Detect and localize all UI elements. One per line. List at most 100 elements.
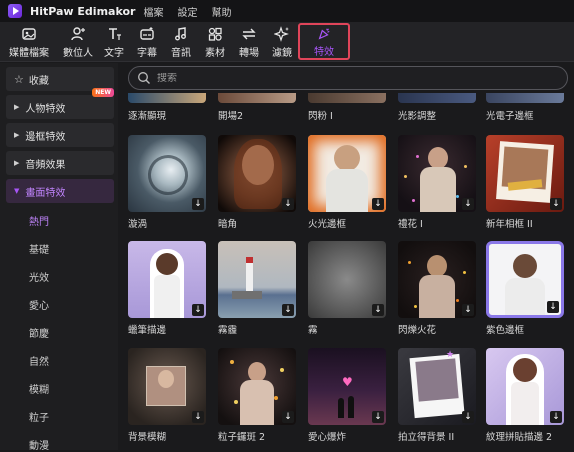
- chevron-right-icon: ▶: [14, 131, 20, 139]
- download-icon[interactable]: ↓: [372, 411, 384, 423]
- effect-label: 拍立得背景 II: [398, 432, 455, 443]
- effect-label: 逐漸顯現: [128, 111, 167, 122]
- effect-card[interactable]: ↓ 霧: [308, 241, 386, 336]
- assets-icon: [208, 27, 222, 41]
- effect-thumbnail: ♥ ↓: [308, 348, 386, 425]
- text-icon: [109, 28, 121, 40]
- tab-audio[interactable]: 音訊: [164, 22, 198, 62]
- download-icon[interactable]: ↓: [282, 304, 294, 316]
- effect-card[interactable]: ↓ 背景模糊: [128, 348, 206, 443]
- menu-help[interactable]: 幫助: [211, 4, 231, 19]
- download-icon[interactable]: ↓: [550, 198, 562, 210]
- sidebar-item-label: 畫面特效: [25, 187, 66, 199]
- tab-text-label: 文字: [104, 48, 124, 59]
- download-icon[interactable]: ↓: [462, 411, 474, 423]
- main-toolbar: 媒體檔案 數位人 文字 字幕 音訊 素材 轉場 濾鏡 特效: [0, 22, 574, 62]
- download-icon[interactable]: ↓: [282, 198, 294, 210]
- tab-transitions-label: 轉場: [239, 48, 259, 59]
- effect-card[interactable]: ★ ↓ 拍立得背景 II: [398, 348, 476, 443]
- effect-card[interactable]: ↓ 粒子鑼斑 2: [218, 348, 296, 443]
- tab-assets-label: 素材: [205, 48, 225, 59]
- chevron-right-icon: ▶: [14, 103, 20, 111]
- download-icon[interactable]: ↓: [282, 411, 294, 423]
- subcat-particles[interactable]: 粒子: [29, 409, 49, 424]
- tab-assets[interactable]: 素材: [198, 22, 232, 62]
- subcat-hot[interactable]: 熱門: [29, 213, 49, 228]
- effect-thumb[interactable]: [308, 93, 386, 103]
- sidebar-item-label: 收藏: [28, 75, 49, 87]
- download-icon[interactable]: ↓: [462, 198, 474, 210]
- subcat-basic[interactable]: 基礎: [29, 241, 49, 256]
- effect-card[interactable]: ↓ 紫色邊框: [486, 241, 564, 336]
- effect-card[interactable]: ↓ 禮花 I: [398, 135, 476, 230]
- tab-media-label: 媒體檔案: [9, 48, 49, 59]
- effect-label: 暗角: [218, 219, 238, 230]
- tab-effects[interactable]: 特效: [298, 23, 350, 60]
- effect-card[interactable]: ↓ 暗角: [218, 135, 296, 230]
- effect-card[interactable]: ↓ 蠟筆描邊: [128, 241, 206, 336]
- effect-label: 愛心爆炸: [308, 432, 347, 443]
- download-icon[interactable]: ↓: [192, 304, 204, 316]
- download-icon[interactable]: ↓: [547, 301, 559, 313]
- effect-card[interactable]: ↓ 霧霾: [218, 241, 296, 336]
- effect-thumbnail: ↓: [308, 135, 386, 212]
- effect-thumb[interactable]: [218, 93, 296, 103]
- menu-settings[interactable]: 設定: [177, 4, 197, 19]
- effect-label: 粒子鑼斑 2: [218, 432, 266, 443]
- title-bar: HitPaw Edimakor 檔案 設定 幫助: [0, 0, 574, 22]
- tab-text[interactable]: 文字: [98, 22, 130, 62]
- effect-label: 漩渦: [128, 219, 148, 230]
- tab-avatar[interactable]: 數位人: [58, 22, 98, 62]
- effect-card[interactable]: ♥ ↓ 愛心爆炸: [308, 348, 386, 443]
- download-icon[interactable]: ↓: [192, 411, 204, 423]
- download-icon[interactable]: ↓: [550, 411, 562, 423]
- download-icon[interactable]: ↓: [192, 198, 204, 210]
- subcat-light[interactable]: 光效: [29, 269, 49, 284]
- download-icon[interactable]: ↓: [372, 304, 384, 316]
- effect-card[interactable]: ↓ 紋理拼貼描邊 2: [486, 348, 564, 443]
- star-icon: ☆: [14, 72, 24, 86]
- effect-label: 閃爍火花: [398, 325, 437, 336]
- effect-thumb[interactable]: [128, 93, 206, 103]
- app-logo-icon: [8, 4, 22, 18]
- tab-filters[interactable]: 濾鏡: [266, 22, 298, 62]
- media-icon: [22, 28, 36, 40]
- tab-subtitles[interactable]: 字幕: [130, 22, 164, 62]
- search-input[interactable]: [157, 72, 537, 84]
- effect-card[interactable]: ↓ 閃爍火花: [398, 241, 476, 336]
- sidebar-item-screen[interactable]: ▼ 畫面特效: [6, 179, 114, 203]
- sidebar-item-audio[interactable]: ▶ 音頻效果: [6, 151, 114, 175]
- effect-card[interactable]: ↓ 火光邊框: [308, 135, 386, 230]
- effect-thumb[interactable]: [486, 93, 564, 103]
- avatar-icon: [71, 27, 85, 41]
- effect-thumbnail: ↓: [398, 241, 476, 318]
- effect-card[interactable]: ↓ 新年相框 II: [486, 135, 564, 230]
- effect-thumbnail: ↓: [128, 241, 206, 318]
- sidebar-item-characters[interactable]: ▶ 人物特效 NEW: [6, 88, 114, 119]
- menu-file[interactable]: 檔案: [143, 4, 163, 19]
- effect-label: 光電子邊框: [486, 111, 534, 122]
- effects-sidebar: ☆ 收藏 ▶ 人物特效 NEW ▶ 邊框特效 ▶ 音頻效果 ▼ 畫面特效 熱門 …: [0, 63, 118, 452]
- tab-media[interactable]: 媒體檔案: [0, 22, 58, 62]
- effect-thumb[interactable]: [398, 93, 476, 103]
- subcat-nature[interactable]: 自然: [29, 353, 49, 368]
- search-bar[interactable]: [128, 66, 568, 90]
- subcat-festival[interactable]: 節慶: [29, 325, 49, 340]
- download-icon[interactable]: ↓: [372, 198, 384, 210]
- effect-label: 火光邊框: [308, 219, 347, 230]
- effect-thumbnail: ↓: [218, 348, 296, 425]
- download-icon[interactable]: ↓: [462, 304, 474, 316]
- effect-thumbnail: ↓: [486, 241, 564, 318]
- effect-label: 新年相框 II: [486, 219, 533, 230]
- effect-card[interactable]: ↓ 漩渦: [128, 135, 206, 230]
- tab-filters-label: 濾鏡: [272, 48, 292, 59]
- effect-label: 禮花 I: [398, 219, 423, 230]
- subcat-love[interactable]: 愛心: [29, 297, 49, 312]
- tab-transitions[interactable]: 轉場: [232, 22, 266, 62]
- effect-label: 霧: [308, 325, 318, 336]
- effect-label: 紫色邊框: [486, 325, 525, 336]
- sidebar-item-border[interactable]: ▶ 邊框特效: [6, 123, 114, 147]
- subcat-blur[interactable]: 模糊: [29, 381, 49, 396]
- filter-sparkle-icon: [274, 26, 289, 42]
- effects-wand-icon: [318, 28, 330, 40]
